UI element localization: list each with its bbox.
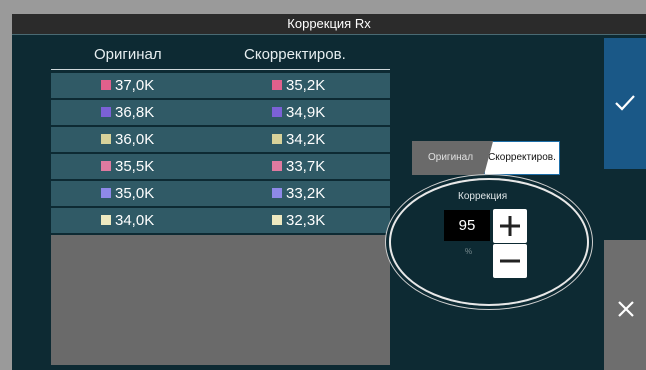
- original-cell: 34,0K: [101, 211, 154, 230]
- decrease-button[interactable]: [493, 244, 527, 278]
- corrected-cell: 33,7K: [272, 157, 325, 176]
- original-value: 37,0K: [115, 77, 155, 94]
- confirm-button[interactable]: [604, 38, 646, 169]
- plus-icon: [500, 216, 520, 236]
- original-value: 36,0K: [115, 131, 155, 148]
- title-divider: [12, 34, 646, 35]
- values-table: 37,0K 35,2K 36,8K 34,9K 36,0K 34,2K 35,5…: [51, 73, 390, 235]
- original-value: 35,0K: [115, 185, 155, 202]
- table-row: 36,0K 34,2K: [51, 127, 390, 152]
- color-swatch: [101, 161, 111, 171]
- color-swatch: [272, 188, 282, 198]
- corrected-cell: 32,3K: [272, 211, 325, 230]
- table-row: 36,8K 34,9K: [51, 100, 390, 125]
- corrected-value: 33,2K: [286, 185, 326, 202]
- corrected-cell: 34,2K: [272, 130, 325, 149]
- original-cell: 36,0K: [101, 130, 154, 149]
- color-swatch: [272, 134, 282, 144]
- color-swatch: [101, 107, 111, 117]
- color-swatch: [101, 134, 111, 144]
- table-row: 35,5K 33,7K: [51, 154, 390, 179]
- color-swatch: [272, 161, 282, 171]
- original-cell: 35,5K: [101, 157, 154, 176]
- column-header-corrected: Скорректиров.: [244, 46, 346, 63]
- original-cell: 35,0K: [101, 184, 154, 203]
- corrected-value: 33,7K: [286, 158, 326, 175]
- correction-value-field[interactable]: 95: [444, 210, 490, 241]
- corrected-value: 34,9K: [286, 104, 326, 121]
- table-row: 37,0K 35,2K: [51, 73, 390, 98]
- color-swatch: [272, 107, 282, 117]
- color-swatch: [101, 215, 111, 225]
- corrected-cell: 35,2K: [272, 76, 325, 95]
- original-cell: 37,0K: [101, 76, 154, 95]
- check-icon: [615, 95, 635, 111]
- minus-icon: [500, 259, 520, 263]
- header-divider: [51, 69, 390, 70]
- table-empty-area: [51, 235, 390, 365]
- color-swatch: [272, 80, 282, 90]
- original-value: 34,0K: [115, 212, 155, 229]
- color-swatch: [101, 188, 111, 198]
- original-cell: 36,8K: [101, 103, 154, 122]
- corrected-cell: 33,2K: [272, 184, 325, 203]
- correction-label: Коррекция: [458, 191, 508, 202]
- view-toggle: Оригинал Скорректиров.: [412, 141, 560, 175]
- table-row: 35,0K 33,2K: [51, 181, 390, 206]
- close-icon: [618, 301, 634, 317]
- corrected-cell: 34,9K: [272, 103, 325, 122]
- table-row: 34,0K 32,3K: [51, 208, 390, 233]
- corrected-value: 34,2K: [286, 131, 326, 148]
- corrected-value: 32,3K: [286, 212, 326, 229]
- toggle-corrected[interactable]: Скорректиров.: [484, 141, 560, 175]
- increase-button[interactable]: [493, 209, 527, 243]
- window-title: Коррекция Rx: [12, 14, 646, 34]
- corrected-value: 35,2K: [286, 77, 326, 94]
- original-value: 36,8K: [115, 104, 155, 121]
- column-header-original: Оригинал: [94, 46, 162, 63]
- toggle-original[interactable]: Оригинал: [412, 141, 496, 175]
- cancel-button[interactable]: [604, 240, 646, 370]
- color-swatch: [101, 80, 111, 90]
- original-value: 35,5K: [115, 158, 155, 175]
- correction-unit: %: [465, 247, 473, 256]
- color-swatch: [272, 215, 282, 225]
